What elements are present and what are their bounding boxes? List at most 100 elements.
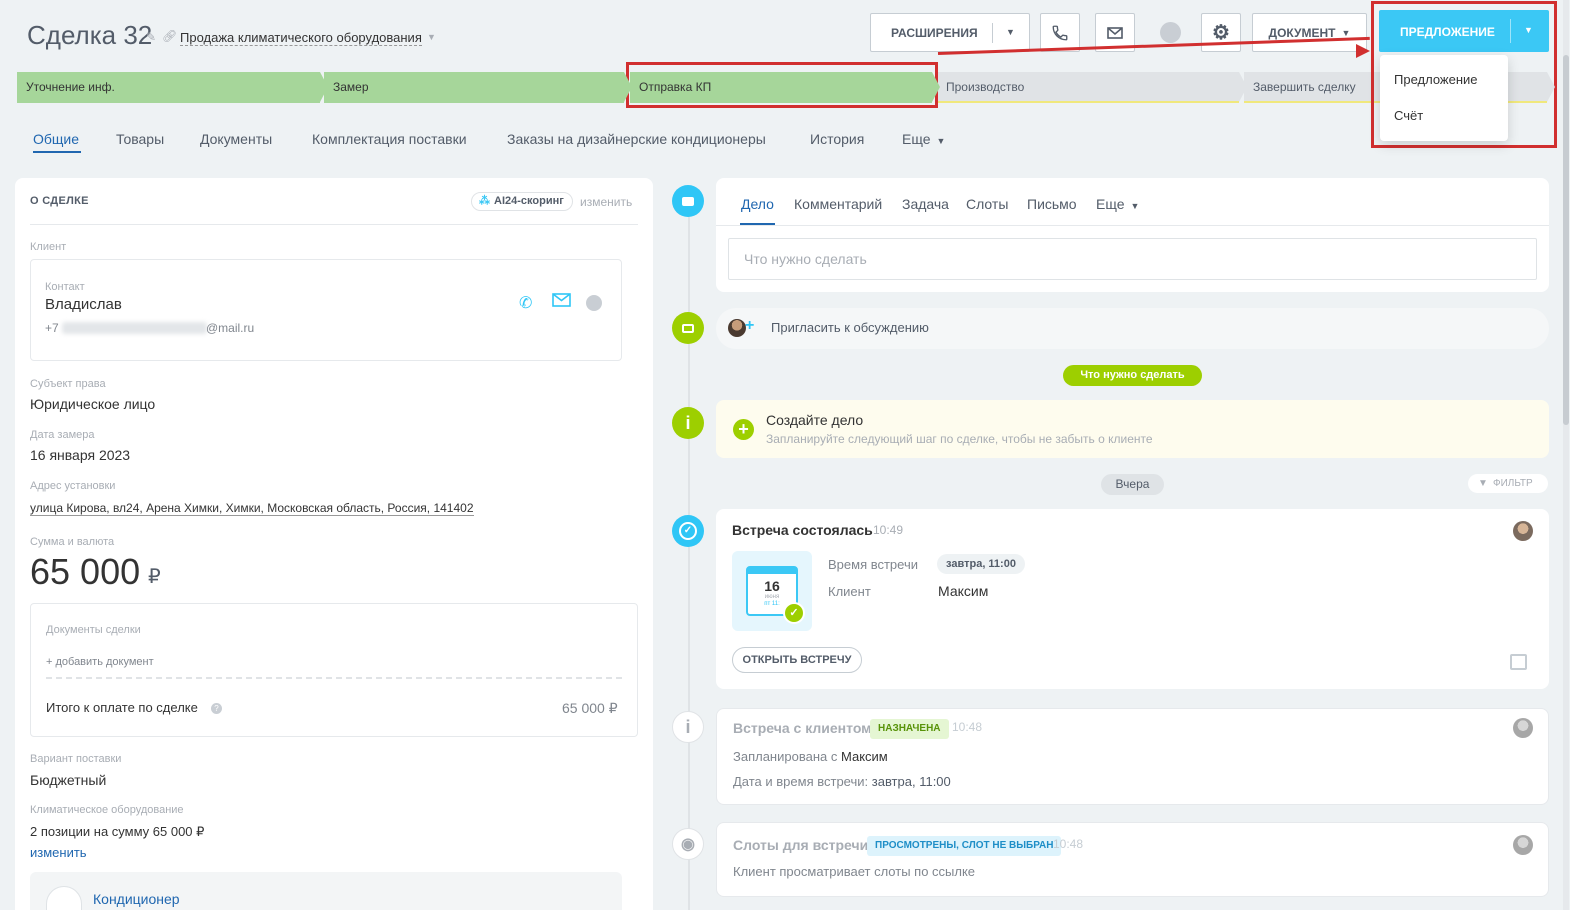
address-value[interactable]: улица Кирова, вл24, Арена Химки, Химки, …	[30, 501, 474, 516]
sum-value: 65 000	[30, 551, 141, 592]
equipment-edit-link[interactable]: изменить	[30, 845, 87, 860]
extensions-button[interactable]: РАСШИРЕНИЯ ▼	[870, 13, 1030, 52]
chevron-down-icon: ▼	[1341, 27, 1351, 38]
edit-section-link[interactable]: изменить	[580, 195, 632, 209]
chat-icon[interactable]	[586, 295, 602, 311]
status-badge: ПРОСМОТРЕНЫ, СЛОТ НЕ ВЫБРАН	[867, 836, 1062, 856]
offer-dropdown: Предложение Счёт	[1380, 55, 1508, 141]
tab-comment[interactable]: Комментарий	[794, 196, 882, 212]
contact-label: Контакт	[45, 281, 85, 293]
contact-name[interactable]: Владислав	[45, 296, 122, 313]
measure-date-label: Дата замера	[30, 429, 95, 441]
stage-label: Замер	[333, 80, 369, 94]
link-icon[interactable]: 🔗︎	[162, 29, 177, 43]
avatar[interactable]	[1513, 718, 1533, 738]
active-tab-underline	[33, 151, 81, 153]
sum-label: Сумма и валюта	[30, 536, 115, 548]
document-button[interactable]: ДОКУМЕНТ ▼	[1252, 13, 1367, 52]
tab-activity[interactable]: Дело	[741, 196, 774, 212]
edit-title-icon[interactable]: ✎	[146, 30, 158, 44]
help-icon[interactable]: ?	[211, 703, 222, 714]
add-activity-icon[interactable]: +	[733, 419, 754, 440]
tab-email[interactable]: Письмо	[1027, 196, 1077, 212]
address-label: Адрес установки	[30, 480, 116, 492]
open-meeting-button[interactable]: ОТКРЫТЬ ВСТРЕЧУ	[732, 647, 862, 673]
client-label: Клиент	[828, 584, 871, 599]
ai-scoring-badge[interactable]: ⁂ AI24-скоринг	[471, 192, 573, 211]
filter-label: ФИЛЬТР	[1493, 478, 1533, 489]
avatar[interactable]	[1513, 835, 1533, 855]
status-badge: НАЗНАЧЕНА	[870, 719, 949, 739]
deal-category[interactable]: Продажа климатического оборудования	[180, 30, 422, 46]
tab-designer-orders[interactable]: Заказы на дизайнерские кондиционеры	[507, 131, 766, 147]
product-name[interactable]: Кондиционер	[93, 891, 180, 907]
tab-general[interactable]: Общие	[33, 131, 79, 147]
stage-label: Завершить сделку	[1253, 80, 1356, 94]
scheduled-with: Запланирована с Максим	[733, 749, 888, 764]
meeting-time-value: завтра, 11:00	[937, 554, 1025, 574]
meeting-done-title[interactable]: Встреча состоялась	[732, 522, 873, 538]
chat-icon[interactable]	[1160, 22, 1181, 43]
eye-icon: ◉	[672, 828, 704, 860]
invite-text: Пригласить к обсуждению	[771, 320, 929, 335]
tab-slots[interactable]: Слоты	[966, 196, 1008, 212]
add-document-link[interactable]: + добавить документ	[46, 656, 154, 668]
extensions-label: РАСШИРЕНИЯ	[891, 26, 978, 40]
tab-task[interactable]: Задача	[902, 196, 949, 212]
calendar-month: июня	[764, 594, 780, 600]
tabs-divider	[716, 225, 1549, 226]
envelope-icon[interactable]	[552, 293, 571, 312]
tab-products[interactable]: Товары	[116, 131, 164, 147]
scheduled-with-name[interactable]: Максим	[841, 749, 888, 764]
stage-send-offer[interactable]: Отправка КП	[630, 72, 940, 103]
calendar-day: 16	[764, 578, 780, 594]
stage-measure[interactable]: Замер	[324, 72, 632, 103]
stage-production[interactable]: Производство	[937, 72, 1247, 103]
create-activity-title[interactable]: Создайте дело	[766, 412, 863, 428]
stage-label: Уточнение инф.	[26, 80, 115, 94]
tab-more[interactable]: Еще ▼	[1096, 196, 1139, 212]
tab-more[interactable]: Еще ▼	[902, 131, 945, 147]
meeting-scheduled-time: 10:48	[952, 720, 983, 734]
settings-button[interactable]: ⚙	[1201, 13, 1241, 52]
dropdown-item-offer[interactable]: Предложение	[1394, 72, 1478, 87]
tab-delivery-set[interactable]: Комплектация поставки	[312, 131, 467, 147]
check-icon: ✓	[783, 602, 805, 624]
todo-input[interactable]: Что нужно сделать	[728, 238, 1537, 280]
scrollbar-thumb[interactable]	[1563, 55, 1569, 425]
meeting-time-label: Время встречи	[828, 557, 918, 572]
client-label: Клиент	[30, 241, 67, 253]
slots-title[interactable]: Слоты для встречи	[733, 837, 868, 853]
dropdown-item-invoice[interactable]: Счёт	[1394, 108, 1423, 123]
tab-more-label: Еще	[902, 131, 931, 147]
phone-prefix: +7	[45, 321, 59, 335]
check-icon: ✓	[672, 515, 704, 547]
meeting-scheduled-title[interactable]: Встреча с клиентом	[733, 720, 872, 736]
tab-more-label: Еще	[1096, 196, 1125, 212]
tab-history[interactable]: История	[810, 131, 864, 147]
client-value[interactable]: Максим	[938, 583, 988, 599]
subject-label: Субъект права	[30, 378, 106, 390]
activity-icon	[672, 185, 704, 217]
filter-icon: ▼	[1478, 478, 1488, 489]
avatar[interactable]	[1513, 521, 1533, 541]
phone-icon[interactable]: ✆	[519, 293, 532, 313]
note-icon[interactable]	[1510, 654, 1527, 670]
subject-value: Юридическое лицо	[30, 396, 156, 412]
filter-button[interactable]: ▼ ФИЛЬТР	[1468, 474, 1548, 493]
chevron-down-icon[interactable]: ▼	[1006, 27, 1015, 37]
envelope-icon	[1107, 26, 1123, 39]
comment-icon	[672, 312, 704, 344]
currency-symbol: ₽	[148, 566, 161, 588]
button-separator	[992, 23, 993, 43]
offer-button[interactable]: ПРЕДЛОЖЕНИЕ ▼	[1379, 10, 1549, 52]
stage-clarification[interactable]: Уточнение инф.	[17, 72, 328, 103]
chevron-down-icon[interactable]: ▼	[427, 32, 436, 42]
phone-button[interactable]	[1040, 13, 1080, 52]
tab-documents[interactable]: Документы	[200, 131, 272, 147]
meeting-done-time: 10:49	[873, 523, 904, 537]
scheduled-with-label: Запланирована с	[733, 749, 838, 764]
date-separator: Вчера	[1101, 474, 1164, 495]
chevron-down-icon[interactable]: ▼	[1524, 25, 1533, 35]
button-separator	[1510, 19, 1511, 43]
